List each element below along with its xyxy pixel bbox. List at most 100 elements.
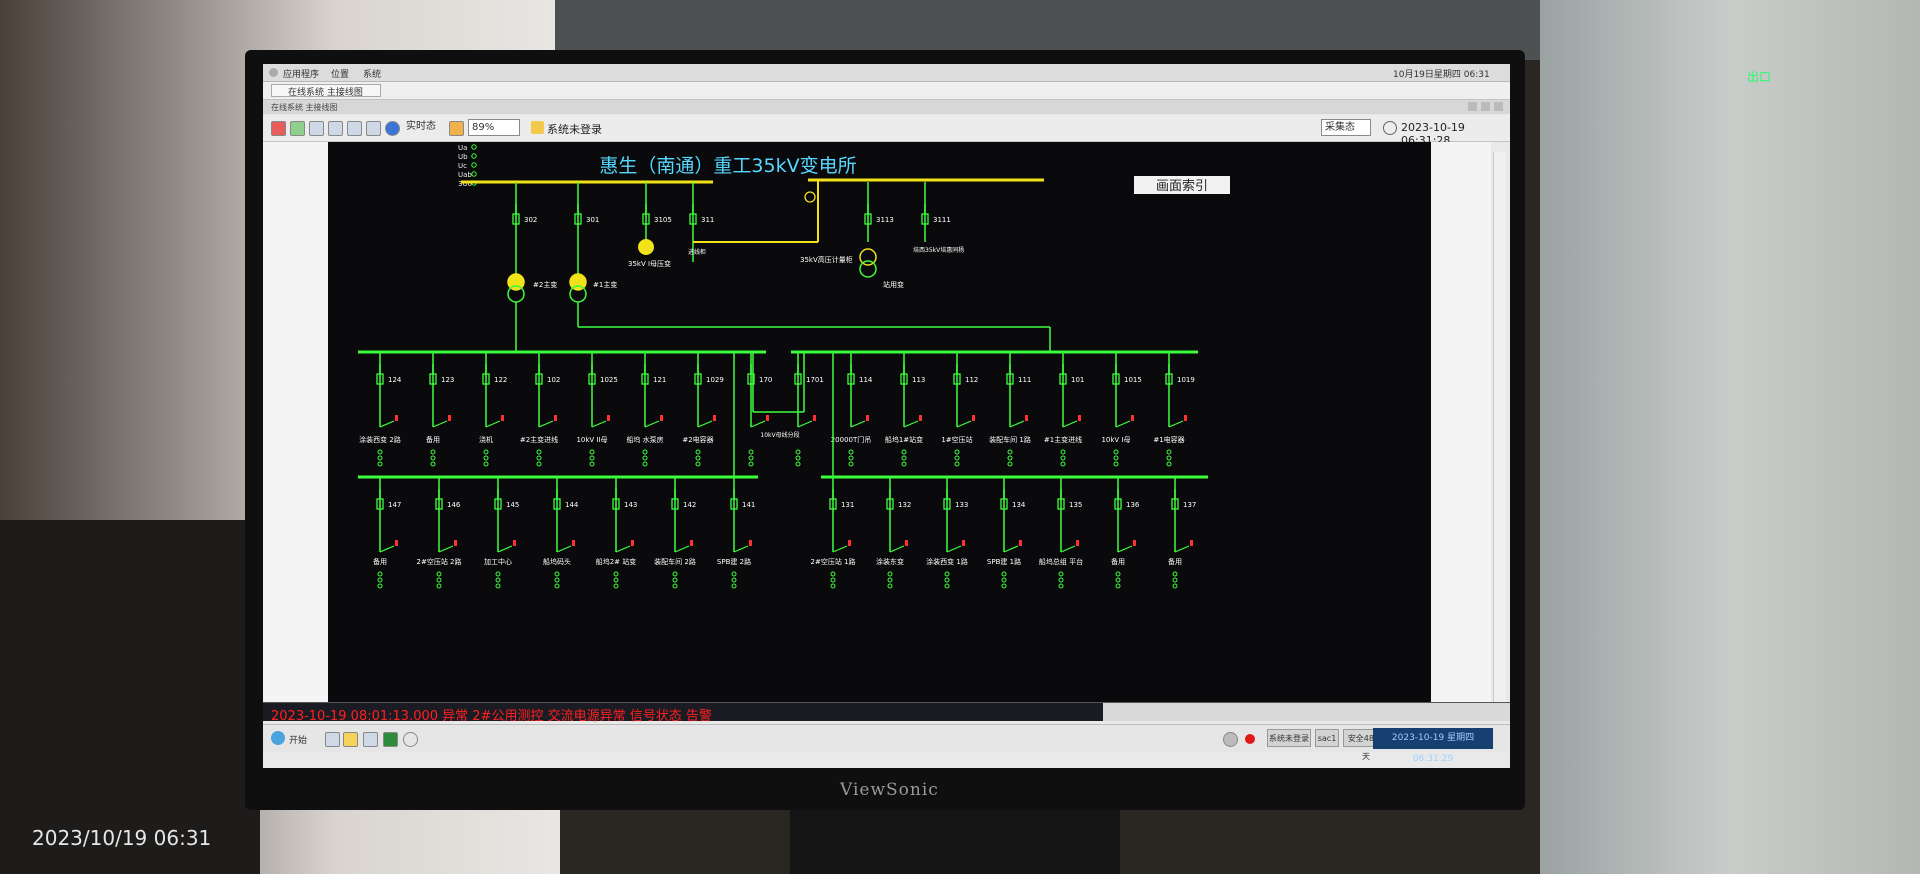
earth-switch-icon (956, 420, 972, 428)
earth-switch-icon (538, 420, 554, 428)
breaker-number: 3113 (876, 216, 894, 224)
os-clock[interactable]: 10月19日星期四 06:31 (1393, 67, 1490, 80)
canvas-margin-left (263, 142, 328, 702)
breaker-number: 111 (1018, 376, 1031, 384)
voltage-indicator-icon (471, 171, 477, 177)
breaker-number: 1025 (600, 376, 618, 384)
mode-select[interactable]: 实时态 (403, 119, 443, 136)
indicator-icon (1060, 449, 1066, 455)
earth-switch-icon (697, 420, 713, 428)
breaker-number: 102 (547, 376, 560, 384)
os-menu-system[interactable]: 系统 (363, 67, 381, 80)
breaker-number: 124 (388, 376, 402, 384)
breaker-number: 136 (1126, 501, 1140, 509)
breaker-number: 143 (624, 501, 637, 509)
indicator-icon (748, 449, 754, 455)
status-led-icon (919, 415, 922, 421)
search-icon[interactable] (363, 732, 378, 747)
voltage-label: Uc (458, 162, 467, 170)
network-icon[interactable] (325, 732, 340, 747)
ct-icon (804, 191, 816, 203)
status-led-icon (1078, 415, 1081, 421)
maximize-icon[interactable] (1481, 102, 1490, 111)
taskbar-user[interactable]: 系统未登录 (1267, 729, 1311, 747)
indicator-icon (748, 461, 754, 467)
globe-icon[interactable] (385, 121, 400, 136)
indicator-icon (1007, 449, 1013, 455)
breaker-number: 122 (494, 376, 507, 384)
indicator-icon (1060, 455, 1066, 461)
canvas-margin-right (1431, 142, 1491, 702)
indicator-icon (901, 461, 907, 467)
minimize-icon[interactable] (1468, 102, 1477, 111)
index-button[interactable]: 画面索引 (1156, 179, 1208, 194)
indicator-icon (848, 455, 854, 461)
os-menu-places[interactable]: 位置 (331, 67, 349, 80)
tool-icon[interactable] (347, 121, 362, 136)
indicator-icon (436, 571, 442, 577)
start-button[interactable]: 开始 (289, 733, 307, 746)
window-tab-bar: 在线系统 主接线图 (263, 82, 1510, 100)
spreadsheet-icon[interactable] (383, 732, 398, 747)
status-led-icon (660, 415, 663, 421)
alarm-message[interactable]: 2023-10-19 08:01:13.000 异常 2#公用测控 交流电源异常… (271, 705, 712, 724)
lightbulb-icon[interactable] (343, 732, 358, 747)
print-icon[interactable] (328, 121, 343, 136)
indicator-icon (642, 449, 648, 455)
indicator-icon (642, 461, 648, 467)
collect-mode-select[interactable]: 采集态 (1321, 119, 1371, 136)
indicator-icon (901, 455, 907, 461)
open-icon[interactable] (309, 121, 324, 136)
bus-tie-label: 10kV母线分段 (760, 431, 799, 439)
indicator-icon (377, 571, 383, 577)
start-icon[interactable] (271, 731, 285, 745)
voltage-indicator-icon (471, 162, 477, 168)
feeder-label: 备用 (426, 435, 440, 444)
taskbar-clock[interactable]: 2023-10-19 星期四 06:31:29 (1373, 728, 1493, 764)
indicator-icon (536, 449, 542, 455)
alarm-indicator-icon[interactable] (1245, 734, 1255, 744)
status-led-icon (1019, 540, 1022, 546)
close-icon[interactable] (1494, 102, 1503, 111)
magnifier-icon[interactable] (403, 732, 418, 747)
breaker-number: 1701 (806, 376, 824, 384)
taskbar-node[interactable]: sac1 (1315, 729, 1339, 747)
alarm-sound-icon[interactable] (1223, 732, 1238, 747)
os-logo-icon[interactable] (269, 68, 278, 77)
indicator-icon (536, 455, 542, 461)
diagram-svg: 惠生（南通）重工35kV变电所 画面索引 UaUbUcUab3U0302 301 3… (358, 144, 1230, 589)
earth-switch-icon (674, 545, 690, 553)
lv-10kv-section: 124 涂装西变 2路 123 备用 122 浇机 102 #2主变进线 1025 10kV II… (358, 350, 1208, 589)
breaker-number: 3105 (654, 216, 672, 224)
breaker-number: 1029 (706, 376, 724, 384)
indicator-icon (613, 571, 619, 577)
zoom-select[interactable]: 89% (468, 119, 520, 136)
indicator-icon (672, 583, 678, 589)
feeder-label: 涂装东变 (876, 557, 904, 566)
feeder-label: 备用 (1168, 557, 1182, 566)
indicator-icon (1001, 577, 1007, 583)
view-icon[interactable] (366, 121, 381, 136)
breaker-number: 112 (965, 376, 978, 384)
feeder-label: 20000T门吊 (831, 435, 872, 444)
window-tab[interactable]: 在线系统 主接线图 (271, 84, 381, 98)
vertical-scrollbar[interactable] (1493, 152, 1506, 702)
indicator-icon (1166, 461, 1172, 467)
feeder-label: 1#空压站 (941, 435, 972, 444)
exit-icon[interactable] (271, 121, 286, 136)
indicator-icon (589, 455, 595, 461)
indicator-icon (495, 571, 501, 577)
layer-icon[interactable] (449, 121, 464, 136)
indicator-icon (1113, 449, 1119, 455)
breaker-number: 1019 (1177, 376, 1195, 384)
os-menu-apps[interactable]: 应用程序 (283, 67, 319, 80)
login-status[interactable]: 系统未登录 (547, 121, 602, 137)
window-title: 在线系统 主接线图 (271, 103, 338, 112)
alarm-bar-blank (1103, 703, 1510, 721)
indicator-icon (1001, 571, 1007, 577)
refresh-icon[interactable] (290, 121, 305, 136)
voltage-label: Uab (458, 171, 472, 179)
indicator-icon (848, 461, 854, 467)
indicator-icon (748, 455, 754, 461)
status-led-icon (1131, 415, 1134, 421)
